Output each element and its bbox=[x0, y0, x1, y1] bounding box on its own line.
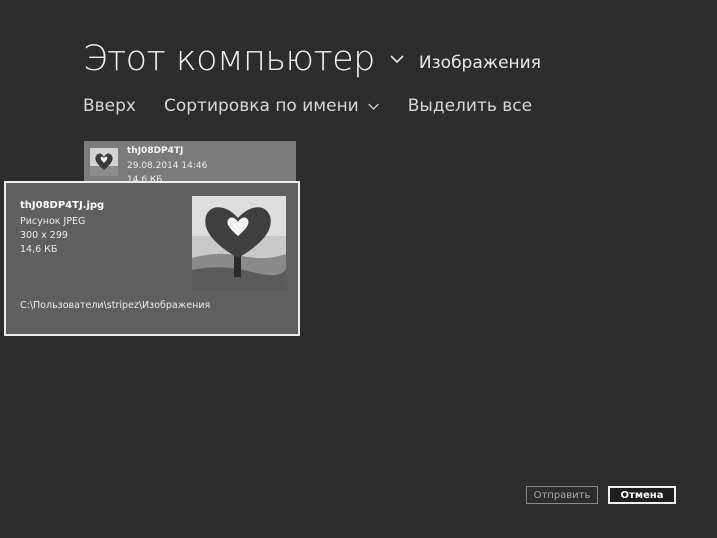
location-title[interactable]: Этот компьютер bbox=[83, 38, 375, 80]
command-bar: Вверх Сортировка по имени Выделить все bbox=[83, 96, 532, 116]
image-thumbnail-icon bbox=[90, 148, 118, 176]
tooltip-dimensions: 300 x 299 bbox=[20, 230, 68, 241]
up-button[interactable]: Вверх bbox=[83, 96, 136, 116]
chevron-down-icon[interactable] bbox=[389, 51, 405, 67]
image-preview bbox=[192, 196, 286, 290]
chevron-down-icon bbox=[367, 103, 379, 110]
tooltip-path: C:\Пользователи\stripez\Изображения bbox=[20, 300, 211, 311]
heart-tree-image bbox=[192, 196, 286, 290]
cancel-button[interactable]: Отмена bbox=[608, 486, 676, 504]
sort-dropdown[interactable]: Сортировка по имени bbox=[164, 96, 380, 116]
send-button[interactable]: Отправить bbox=[526, 486, 598, 504]
sort-label: Сортировка по имени bbox=[164, 96, 359, 116]
file-thumbnail bbox=[90, 148, 118, 176]
file-date: 29.08.2014 14:46 bbox=[127, 161, 208, 171]
file-info-tooltip: thJ08DP4TJ.jpg Рисунок JPEG 300 x 299 14… bbox=[4, 181, 300, 336]
tooltip-size: 14,6 КБ bbox=[20, 244, 58, 255]
tooltip-file-type: Рисунок JPEG bbox=[20, 216, 86, 227]
location-header[interactable]: Этот компьютер Изображения bbox=[83, 38, 541, 80]
current-folder-name: Изображения bbox=[418, 53, 541, 73]
tooltip-filename: thJ08DP4TJ.jpg bbox=[20, 200, 105, 211]
file-name: thJ08DP4TJ bbox=[127, 146, 184, 156]
select-all-button[interactable]: Выделить все bbox=[408, 96, 532, 116]
